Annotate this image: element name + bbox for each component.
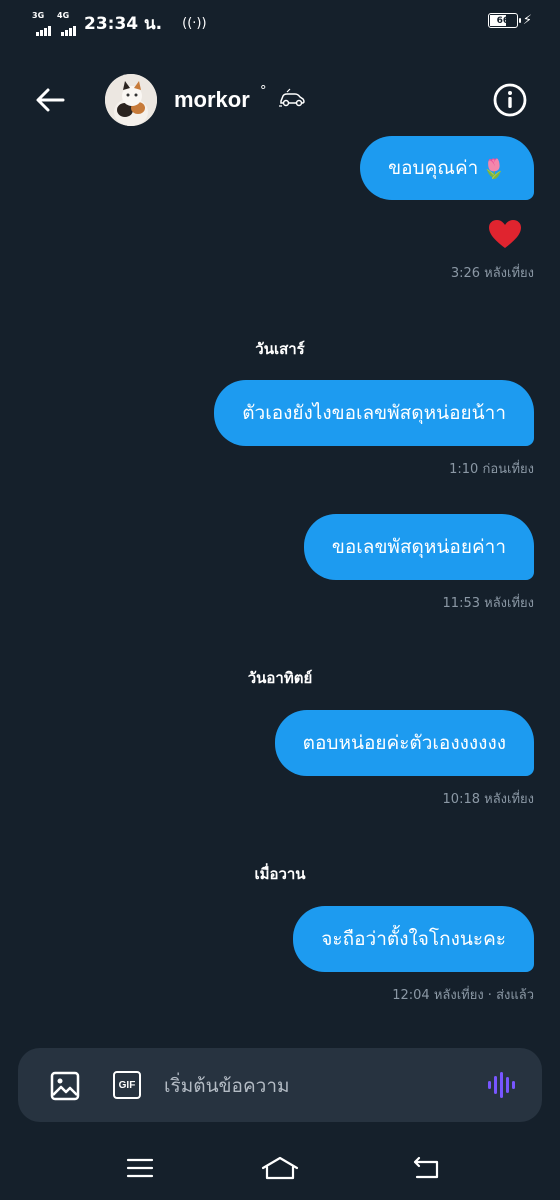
message-timestamp: 10:18 หลังเที่ยง [442,792,534,807]
voice-message-icon[interactable] [486,1069,518,1101]
message-bubble[interactable]: ขอบคุณค่า 🌷 [360,136,534,200]
back-button[interactable] [30,80,70,120]
day-separator: วันเสาร์ [255,340,305,358]
status-bar: 3G 4G 23:34 น. ((·)) 66 ⚡ [0,0,560,44]
car-emoji-icon [279,88,305,107]
message-timestamp: 1:10 ก่อนเที่ยง [449,462,534,477]
message-text: จะถือว่าตั้งใจโกงนะคะ [321,928,506,950]
message-text: ตัวเองยังไงขอเลขพัสดุหน่อยน้าา [242,402,506,424]
home-icon [261,1156,299,1180]
signal-3g-icon: 3G [32,10,51,36]
message-input[interactable] [164,1070,464,1102]
system-navigation-bar [0,1140,560,1200]
message-bubble[interactable]: จะถือว่าตั้งใจโกงนะคะ [293,906,534,972]
back-nav-icon [413,1156,439,1179]
charging-icon: ⚡ [522,13,532,28]
signal-4g-icon: 4G [57,10,76,36]
gif-icon[interactable]: GIF [113,1071,141,1099]
message-bubble[interactable]: ขอเลขพัสดุหน่อยค่าา [303,514,534,580]
message-text: ขอบคุณค่า [388,157,479,179]
network-type-1: 3G [32,10,45,20]
network-type-2: 4G [57,10,70,20]
status-time: 23:34 น. [84,14,163,34]
image-icon[interactable] [50,1071,80,1101]
heart-reaction-icon[interactable] [488,219,522,249]
status-bar-left: 3G 4G 23:34 น. ((·)) [32,10,207,37]
message-timestamp: 11:53 หลังเที่ยง [442,596,534,611]
menu-icon [126,1158,154,1178]
cat-avatar-image [105,74,157,126]
battery-icon: 66 [487,13,521,28]
back-arrow-icon [36,88,65,112]
message-timestamp: 3:26 หลังเที่ยง [450,266,534,281]
recent-apps-button[interactable] [120,1152,160,1184]
message-bubble[interactable]: ตัวเองยังไงขอเลขพัสดุหน่อยน้าา [214,380,534,446]
message-composer: GIF [18,1048,542,1122]
message-bubble[interactable]: ตอบหน่อยค่ะตัวเองงงงงง [274,710,534,776]
home-button[interactable] [260,1152,300,1184]
conversation-header: morkor ° [0,60,560,140]
username-suffix: ° [260,84,267,99]
back-nav-button[interactable] [406,1152,446,1184]
day-separator: เมื่อวาน [254,865,306,883]
message-text: ตอบหน่อยค่ะตัวเองงงงงง [302,732,506,754]
avatar[interactable] [105,74,157,126]
battery-level: 66 [496,15,510,26]
status-bar-right: 66 ⚡ [487,13,532,28]
message-timestamp: 12:04 หลังเที่ยง · ส่งแล้ว [392,988,534,1003]
message-text: ขอเลขพัสดุหน่อยค่าา [331,536,506,558]
hotspot-icon: ((·)) [182,16,207,31]
info-icon[interactable] [492,82,528,118]
day-separator: วันอาทิตย์ [247,669,313,687]
conversation-username[interactable]: morkor [174,87,250,113]
gif-label: GIF [118,1079,136,1091]
tulip-emoji: 🌷 [482,157,506,180]
